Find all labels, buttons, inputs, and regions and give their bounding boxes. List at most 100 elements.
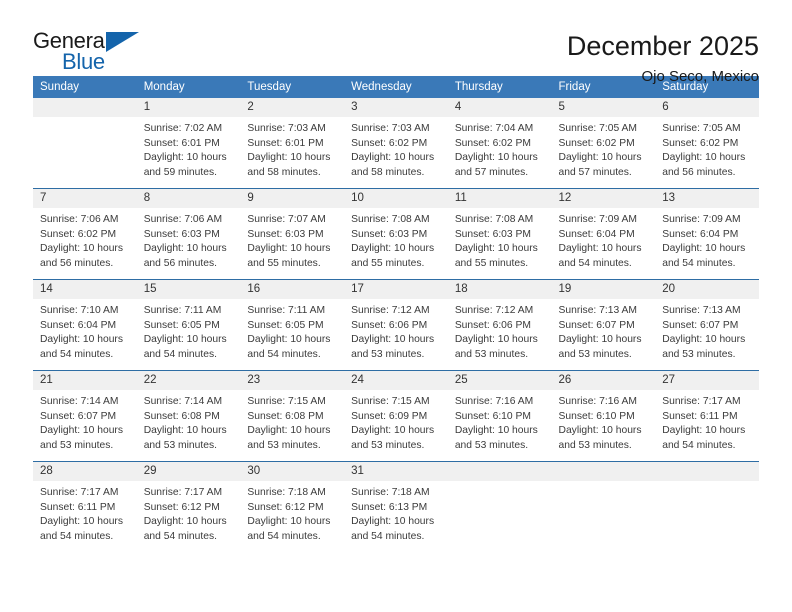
- calendar-day-cell[interactable]: 7 Sunrise: 7:06 AM Sunset: 6:02 PM Daylight…: [33, 188, 137, 280]
- calendar-empty-cell: [551, 461, 656, 552]
- daylight-text-line1: Daylight: 10 hours: [40, 334, 123, 346]
- calendar-day-cell[interactable]: 31 Sunrise: 7:18 AM Sunset: 6:13 PM Dayligh…: [344, 461, 448, 552]
- daylight-text-line2: and 59 minutes.: [143, 166, 217, 178]
- day-sun-info: Sunrise: 7:03 AM Sunset: 6:02 PM Daylight:…: [344, 117, 448, 180]
- calendar-day-cell[interactable]: 19 Sunrise: 7:13 AM Sunset: 6:07 PM Dayligh…: [551, 279, 656, 371]
- calendar-day-cell[interactable]: 25 Sunrise: 7:16 AM Sunset: 6:10 PM Dayligh…: [447, 370, 552, 462]
- sunset-text: Sunset: 6:03 PM: [143, 228, 220, 240]
- calendar-day-cell[interactable]: 8 Sunrise: 7:06 AM Sunset: 6:03 PM Daylight…: [136, 188, 241, 280]
- sunset-text: Sunset: 6:11 PM: [662, 410, 738, 422]
- title-block: December 2025 Ojo Seco, Mexico: [567, 30, 759, 85]
- daylight-text-line2: and 54 minutes.: [662, 439, 736, 451]
- day-number: 27: [655, 371, 759, 390]
- sunset-text: Sunset: 6:08 PM: [247, 410, 324, 422]
- sunset-text: Sunset: 6:02 PM: [351, 137, 428, 149]
- daylight-text-line1: Daylight: 10 hours: [351, 516, 435, 528]
- sunset-text: Sunset: 6:01 PM: [143, 137, 220, 149]
- daylight-text-line1: Daylight: 10 hours: [662, 243, 746, 255]
- day-number: 9: [240, 189, 345, 208]
- calendar-week-row: 14 Sunrise: 7:10 AM Sunset: 6:04 PM Dayligh…: [33, 279, 759, 371]
- day-number: 14: [33, 280, 137, 299]
- calendar-day-cell[interactable]: 12 Sunrise: 7:09 AM Sunset: 6:04 PM Dayligh…: [551, 188, 656, 280]
- sunrise-text: Sunrise: 7:12 AM: [351, 305, 430, 316]
- calendar-day-cell[interactable]: 10 Sunrise: 7:08 AM Sunset: 6:03 PM Dayligh…: [344, 188, 448, 280]
- daylight-text-line1: Daylight: 10 hours: [454, 334, 538, 346]
- day-sun-info: Sunrise: 7:17 AM Sunset: 6:11 PM Daylight:…: [33, 481, 137, 544]
- calendar-day-cell[interactable]: 28 Sunrise: 7:17 AM Sunset: 6:11 PM Dayligh…: [33, 461, 137, 552]
- day-number: 31: [344, 462, 448, 481]
- daylight-text-line2: and 58 minutes.: [351, 166, 425, 178]
- calendar-day-cell[interactable]: 16 Sunrise: 7:11 AM Sunset: 6:05 PM Dayligh…: [240, 279, 345, 371]
- calendar-day-cell[interactable]: 20 Sunrise: 7:13 AM Sunset: 6:07 PM Dayligh…: [655, 279, 759, 371]
- calendar-day-cell[interactable]: 4 Sunrise: 7:04 AM Sunset: 6:02 PM Daylight…: [447, 98, 552, 189]
- weekday-header-tuesday: Tuesday: [240, 76, 345, 98]
- calendar-day-cell[interactable]: 29 Sunrise: 7:17 AM Sunset: 6:12 PM Dayligh…: [136, 461, 241, 552]
- weekday-header-sunday: Sunday: [33, 76, 137, 98]
- sunset-text: Sunset: 6:04 PM: [558, 228, 635, 240]
- day-number: 3: [344, 98, 448, 117]
- calendar-day-cell[interactable]: 17 Sunrise: 7:12 AM Sunset: 6:06 PM Dayligh…: [344, 279, 448, 371]
- sunrise-text: Sunrise: 7:10 AM: [40, 305, 119, 316]
- daylight-text-line2: and 53 minutes.: [662, 348, 736, 360]
- daylight-text-line1: Daylight: 10 hours: [40, 516, 123, 528]
- daylight-text-line2: and 57 minutes.: [454, 166, 529, 178]
- daylight-text-line2: and 55 minutes.: [351, 257, 425, 269]
- calendar-day-cell[interactable]: 11 Sunrise: 7:08 AM Sunset: 6:03 PM Dayligh…: [447, 188, 552, 280]
- calendar-day-cell[interactable]: 21 Sunrise: 7:14 AM Sunset: 6:07 PM Dayligh…: [33, 370, 137, 462]
- sunset-text: Sunset: 6:07 PM: [558, 319, 635, 331]
- calendar-day-cell[interactable]: 26 Sunrise: 7:16 AM Sunset: 6:10 PM Dayligh…: [551, 370, 656, 462]
- sunset-text: Sunset: 6:02 PM: [662, 137, 739, 149]
- day-sun-info: Sunrise: 7:06 AM Sunset: 6:03 PM Daylight:…: [137, 208, 241, 271]
- calendar-day-cell[interactable]: 23 Sunrise: 7:15 AM Sunset: 6:08 PM Dayligh…: [240, 370, 345, 462]
- day-sun-info: Sunrise: 7:12 AM Sunset: 6:06 PM Daylight:…: [448, 299, 552, 362]
- calendar-day-cell[interactable]: 13 Sunrise: 7:09 AM Sunset: 6:04 PM Dayligh…: [655, 188, 759, 280]
- daylight-text-line1: Daylight: 10 hours: [351, 152, 435, 164]
- day-sun-info: Sunrise: 7:09 AM Sunset: 6:04 PM Daylight:…: [552, 208, 656, 271]
- general-blue-logo: General Blue: [33, 30, 153, 78]
- day-number: 24: [344, 371, 448, 390]
- daylight-text-line2: and 54 minutes.: [351, 530, 425, 542]
- calendar-day-cell[interactable]: 22 Sunrise: 7:14 AM Sunset: 6:08 PM Dayligh…: [136, 370, 241, 462]
- calendar-day-cell[interactable]: 24 Sunrise: 7:15 AM Sunset: 6:09 PM Dayligh…: [344, 370, 448, 462]
- daylight-text-line2: and 54 minutes.: [143, 530, 217, 542]
- calendar-day-cell[interactable]: 9 Sunrise: 7:07 AM Sunset: 6:03 PM Daylight…: [240, 188, 345, 280]
- calendar-day-cell[interactable]: 6 Sunrise: 7:05 AM Sunset: 6:02 PM Daylight…: [655, 98, 759, 189]
- calendar-day-cell[interactable]: 5 Sunrise: 7:05 AM Sunset: 6:02 PM Daylight…: [551, 98, 656, 189]
- day-number: 4: [447, 98, 552, 117]
- calendar-day-cell[interactable]: 1 Sunrise: 7:02 AM Sunset: 6:01 PM Daylight…: [136, 98, 241, 189]
- daylight-text-line2: and 54 minutes.: [143, 348, 217, 360]
- day-sun-info: Sunrise: 7:12 AM Sunset: 6:06 PM Daylight:…: [344, 299, 448, 362]
- daylight-text-line1: Daylight: 10 hours: [558, 425, 642, 437]
- sunset-text: Sunset: 6:07 PM: [662, 319, 739, 331]
- daylight-text-line1: Daylight: 10 hours: [454, 243, 538, 255]
- calendar-day-cell[interactable]: 2 Sunrise: 7:03 AM Sunset: 6:01 PM Daylight…: [240, 98, 345, 189]
- day-sun-info: Sunrise: 7:17 AM Sunset: 6:12 PM Daylight:…: [137, 481, 241, 544]
- calendar-week-row: 28 Sunrise: 7:17 AM Sunset: 6:11 PM Dayligh…: [33, 461, 759, 552]
- day-sun-info: Sunrise: 7:15 AM Sunset: 6:09 PM Daylight:…: [344, 390, 448, 453]
- sunrise-text: Sunrise: 7:16 AM: [454, 396, 534, 407]
- calendar-day-cell[interactable]: 14 Sunrise: 7:10 AM Sunset: 6:04 PM Dayligh…: [33, 279, 137, 371]
- calendar-day-cell[interactable]: 27 Sunrise: 7:17 AM Sunset: 6:11 PM Dayligh…: [655, 370, 759, 462]
- sunrise-text: Sunrise: 7:15 AM: [247, 396, 326, 407]
- day-sun-info: Sunrise: 7:03 AM Sunset: 6:01 PM Daylight:…: [240, 117, 344, 180]
- calendar-day-cell[interactable]: 3 Sunrise: 7:03 AM Sunset: 6:02 PM Daylight…: [344, 98, 448, 189]
- daylight-text-line1: Daylight: 10 hours: [662, 152, 746, 164]
- sunrise-text: Sunrise: 7:14 AM: [143, 396, 223, 407]
- sunset-text: Sunset: 6:02 PM: [558, 137, 635, 149]
- sunrise-text: Sunrise: 7:18 AM: [351, 487, 430, 498]
- calendar-day-cell[interactable]: 30 Sunrise: 7:18 AM Sunset: 6:12 PM Dayligh…: [240, 461, 345, 552]
- calendar-day-cell[interactable]: 18 Sunrise: 7:12 AM Sunset: 6:06 PM Dayligh…: [447, 279, 552, 371]
- sunrise-text: Sunrise: 7:08 AM: [351, 214, 430, 225]
- daylight-text-line1: Daylight: 10 hours: [351, 425, 435, 437]
- daylight-text-line2: and 56 minutes.: [662, 166, 736, 178]
- day-sun-info: Sunrise: 7:14 AM Sunset: 6:08 PM Daylight:…: [137, 390, 241, 453]
- day-number: 29: [136, 462, 241, 481]
- daylight-text-line2: and 58 minutes.: [247, 166, 321, 178]
- day-sun-info: Sunrise: 7:04 AM Sunset: 6:02 PM Daylight:…: [448, 117, 552, 180]
- day-number: 5: [551, 98, 656, 117]
- sunrise-text: Sunrise: 7:06 AM: [143, 214, 223, 225]
- calendar-day-cell[interactable]: 15 Sunrise: 7:11 AM Sunset: 6:05 PM Dayligh…: [136, 279, 241, 371]
- calendar-week-row: 21 Sunrise: 7:14 AM Sunset: 6:07 PM Dayligh…: [33, 370, 759, 462]
- day-sun-info: Sunrise: 7:13 AM Sunset: 6:07 PM Daylight:…: [552, 299, 656, 362]
- sunset-text: Sunset: 6:10 PM: [454, 410, 531, 422]
